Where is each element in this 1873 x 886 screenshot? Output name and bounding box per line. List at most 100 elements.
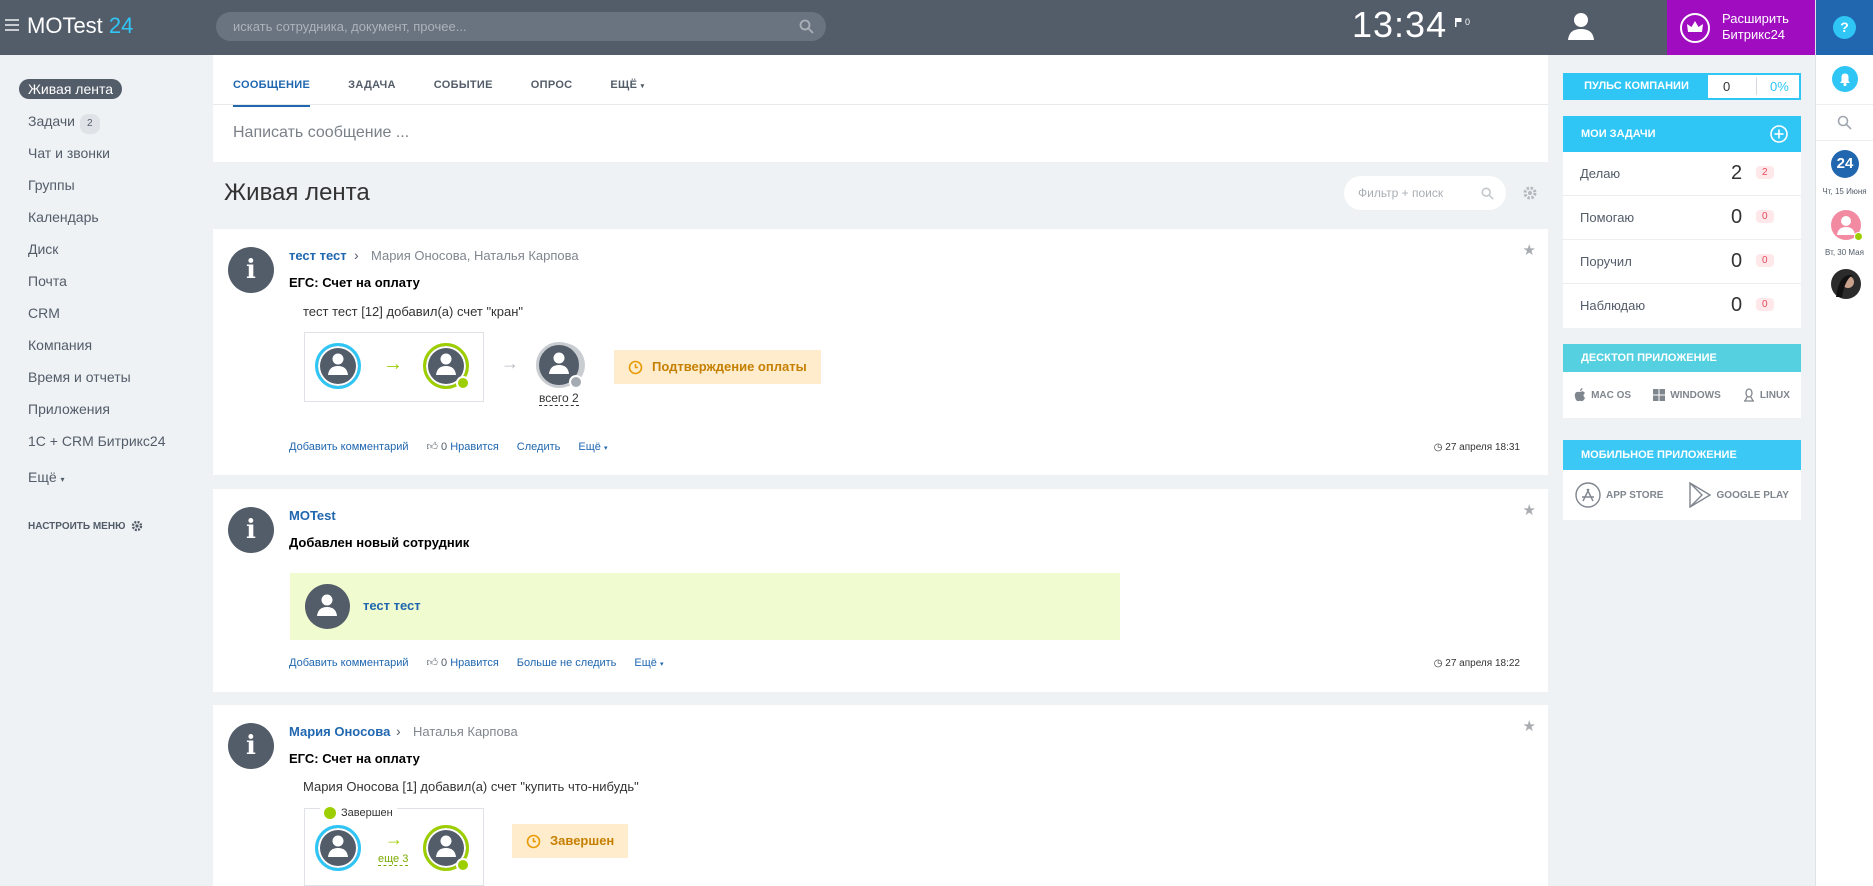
date-label-2: Вт, 30 Мая [1825,248,1864,257]
post-author[interactable]: тест тест [289,248,347,263]
filter-search-input[interactable]: Фильтр + поиск [1344,176,1506,210]
menu-item-tasks[interactable]: Задачи 2 [18,111,208,143]
menu-item-more[interactable]: Ещё ▾ [18,467,208,499]
post-date[interactable]: ◷ 27 апреля 18:31 [1434,442,1520,453]
completed-label: Завершен [341,807,393,819]
logo[interactable]: MOTest 24 [27,13,133,39]
mac-os-link[interactable]: MAC OS [1574,388,1631,402]
search-input[interactable]: искать сотрудника, документ, прочее... [216,12,826,41]
like-label: Нравится [450,441,499,453]
post-title[interactable]: ЕГС: Счет на оплату [289,275,420,290]
feed-settings-gear-icon[interactable] [1522,185,1538,201]
notifications-icon[interactable] [1832,66,1858,92]
widget-title: ДЕСКТОП ПРИЛОЖЕНИЕ [1563,344,1801,372]
follow-link[interactable]: Следить [517,441,561,453]
linux-link[interactable]: LINUX [1743,388,1790,402]
task-row-badge: 0 [1756,254,1774,267]
search-icon[interactable] [799,19,814,34]
pending-users-avatar-icon[interactable] [536,342,583,389]
my-tasks-header[interactable]: МОИ ЗАДАЧИ [1563,116,1801,152]
user-avatar-icon[interactable] [315,343,361,389]
favorite-star-icon[interactable]: ★ [1523,241,1536,259]
post-text: тест тест [12] добавил(а) счет "кран" [303,304,523,319]
total-link[interactable]: всего 2 [539,391,579,406]
employee-name-link[interactable]: тест тест [363,598,421,613]
post-title[interactable]: ЕГС: Счет на оплату [289,751,420,766]
user-avatar-icon[interactable] [1567,11,1595,41]
completed-header: Завершен [320,807,397,819]
date-text: 27 апреля 18:22 [1445,658,1520,669]
post-recipients[interactable]: Наталья Карпова [413,724,518,739]
post-title[interactable]: Добавлен новый сотрудник [289,535,469,550]
menu-item-1c-crm[interactable]: 1С + CRM Битрикс24 [18,431,208,463]
tab-message[interactable]: СООБЩЕНИЕ [233,79,311,107]
add-comment-link[interactable]: Добавить комментарий [289,657,408,669]
favorite-star-icon[interactable]: ★ [1523,501,1536,519]
tab-more[interactable]: ЕЩЁ ▾ [610,79,644,107]
company-pulse-widget[interactable]: ПУЛЬС КОМПАНИИ 0 0% [1563,73,1801,100]
menu-item-live-feed[interactable]: Живая лента [18,79,208,111]
clock-icon [569,375,583,389]
add-task-icon[interactable] [1770,125,1788,143]
help-button[interactable]: ? [1816,0,1873,55]
desktop-app-widget: ДЕСКТОП ПРИЛОЖЕНИЕ MAC OS WINDOWS LINUX [1563,344,1801,418]
widget-title: МОБИЛЬНОЕ ПРИЛОЖЕНИЕ [1563,440,1801,470]
clock[interactable]: 13:34 [1352,4,1447,46]
user-avatar-icon[interactable] [423,343,470,390]
configure-menu-button[interactable]: НАСТРОИТЬ МЕНЮ [28,520,143,532]
menu-item-company[interactable]: Компания [18,335,208,367]
apple-icon [1574,388,1586,402]
task-row-watching[interactable]: Наблюдаю 0 0 [1563,284,1801,328]
task-row-doing[interactable]: Делаю 2 2 [1563,152,1801,196]
message-input[interactable]: Написать сообщение ... [233,124,409,142]
feed-post: i Мария Оносова › Наталья Карпова ЕГС: С… [213,705,1548,886]
app-store-link[interactable]: APP STORE [1575,482,1663,508]
unfollow-link[interactable]: Больше не следить [517,657,617,669]
menu-hamburger-icon[interactable] [5,19,19,31]
search-icon[interactable] [1481,187,1494,200]
menu-item-mail[interactable]: Почта [18,271,208,303]
user-avatar-icon[interactable] [423,825,470,872]
menu-item-time-reports[interactable]: Время и отчеты [18,367,208,399]
task-row-value: 2 [1731,162,1743,184]
post-date[interactable]: ◷ 27 апреля 18:22 [1434,658,1520,669]
search-icon[interactable] [1837,115,1852,130]
favorite-star-icon[interactable]: ★ [1523,717,1536,735]
more-users-link[interactable]: еще 3 [378,853,409,866]
tasks-count-badge: 2 [80,114,100,134]
employee-avatar-icon[interactable] [305,584,350,629]
tab-poll[interactable]: ОПРОС [531,79,573,107]
chevron-down-icon: ▾ [659,660,664,668]
post-author[interactable]: MOTest [289,508,336,523]
more-label: Ещё [578,440,601,453]
post-author[interactable]: Мария Оносова [289,724,390,739]
add-comment-link[interactable]: Добавить комментарий [289,441,408,453]
post-recipients[interactable]: Мария Оносова, Наталья Карпова [371,248,579,263]
menu-item-crm[interactable]: CRM [18,303,208,335]
task-row-assigned[interactable]: Поручил 0 0 [1563,240,1801,284]
more-actions-link[interactable]: Ещё ▾ [634,657,663,669]
menu-label: CRM [28,305,60,321]
user-avatar-icon[interactable] [315,825,361,871]
like-button[interactable]: 👍︎ 0 Нравится [426,656,498,669]
more-actions-link[interactable]: Ещё ▾ [578,441,607,453]
menu-item-apps[interactable]: Приложения [18,399,208,431]
contact-avatar-2[interactable] [1831,269,1861,299]
upgrade-button[interactable]: Расширить Битрикс24 [1667,0,1815,55]
flag-counter[interactable]: 0 [1455,17,1470,27]
task-row-helping[interactable]: Помогаю 0 0 [1563,196,1801,240]
like-button[interactable]: 👍︎ 0 Нравится [426,440,498,453]
google-play-link[interactable]: GOOGLE PLAY [1688,482,1789,508]
windows-link[interactable]: WINDOWS [1653,389,1721,401]
os-label: WINDOWS [1670,389,1721,401]
contact-avatar-1[interactable] [1831,210,1863,241]
tab-event[interactable]: СОБЫТИЕ [434,79,493,107]
menu-item-chat[interactable]: Чат и звонки [18,143,208,175]
more-label: Ещё [634,656,657,669]
menu-item-calendar[interactable]: Календарь [18,207,208,239]
menu-item-disk[interactable]: Диск [18,239,208,271]
task-row-label: Делаю [1580,166,1621,181]
bitrix24-calendar-icon[interactable]: 24 [1831,150,1859,178]
menu-item-groups[interactable]: Группы [18,175,208,207]
tab-task[interactable]: ЗАДАЧА [348,79,396,107]
